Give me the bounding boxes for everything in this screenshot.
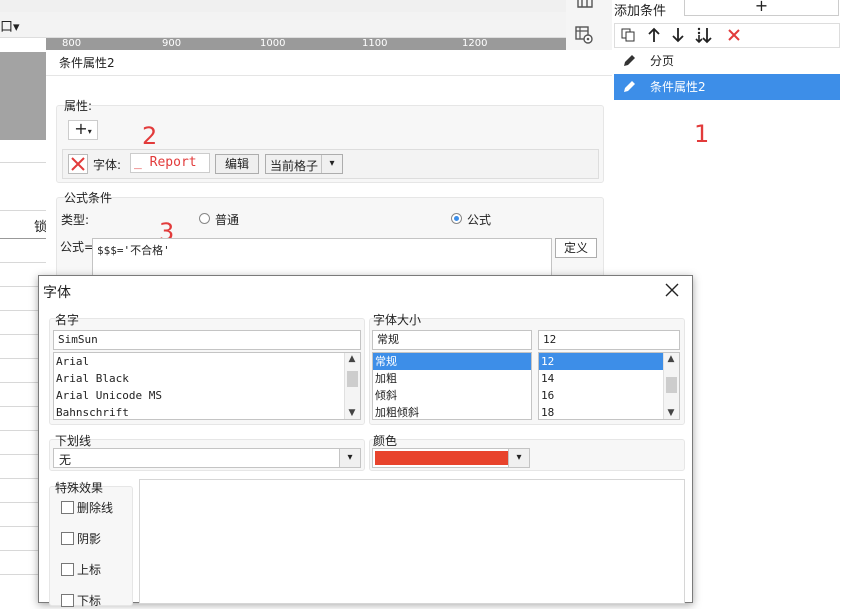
scope-select[interactable]: 当前格子 ▾ [265, 154, 343, 174]
copy-icon[interactable] [621, 28, 635, 42]
cell-settings-icon[interactable] [575, 26, 593, 44]
strikethrough-label: 删除线 [77, 501, 114, 515]
ruler-tick: 1200 [462, 38, 488, 49]
frame-style-dropdown[interactable]: 口▾ [0, 16, 20, 35]
remove-attribute-button[interactable] [68, 154, 88, 174]
condition-item-pagination[interactable]: 分页 [614, 48, 840, 74]
list-item[interactable]: 16 [539, 387, 679, 404]
radio-formula[interactable] [451, 213, 462, 224]
attribute-group-label: 属性: [64, 99, 93, 113]
pencil-icon [624, 55, 635, 66]
list-item[interactable]: 18 [539, 404, 679, 419]
size-group-label: 字体大小 [373, 313, 422, 327]
grid-icon[interactable] [576, 0, 594, 8]
superscript-label: 上标 [77, 563, 102, 577]
dialog-title: 条件属性2 [46, 50, 612, 76]
formula-input[interactable]: $$$='不合格' [92, 238, 552, 278]
condition-item-label: 条件属性2 [650, 80, 706, 94]
font-style-input[interactable]: 常规 [372, 330, 532, 350]
font-dialog-title: 字体 [43, 285, 71, 301]
list-item[interactable]: 12 [539, 353, 663, 370]
shadow-checkbox[interactable] [61, 532, 74, 545]
scrollbar[interactable]: ▲ ▼ [344, 353, 360, 419]
font-label: 字体: [93, 158, 122, 172]
ruler-tick: 800 [62, 38, 82, 49]
formula-text: $$$='不合格' [97, 244, 170, 257]
formula-label: 公式= [60, 240, 95, 254]
underline-select[interactable]: 无 ▾ [53, 448, 361, 468]
add-condition-button[interactable]: + [684, 0, 839, 16]
color-swatch [375, 451, 509, 465]
subscript-checkbox[interactable] [61, 594, 74, 607]
list-item[interactable]: Arial [54, 353, 360, 370]
plus-icon: + [754, 0, 769, 15]
editor-toolbar: 口▾ [0, 12, 566, 38]
list-item[interactable]: 常规 [373, 353, 531, 370]
condition-item-property2[interactable]: 条件属性2 [614, 74, 840, 100]
pencil-icon [624, 81, 635, 92]
shadow-label: 阴影 [77, 532, 102, 546]
add-condition-label: 添加条件 [614, 4, 667, 19]
name-label: 名字 [55, 313, 80, 327]
list-item[interactable]: 加粗 [373, 370, 531, 387]
type-label: 类型: [61, 213, 90, 227]
close-icon [71, 157, 85, 171]
font-dialog: 字体 名字 SimSun Arial Arial Black Arial Uni… [38, 275, 693, 608]
list-item[interactable]: 14 [539, 370, 679, 387]
add-attribute-button[interactable]: +▾ [68, 120, 98, 140]
move-up-icon[interactable] [647, 27, 661, 43]
font-preview-text: _ Report [134, 155, 197, 170]
ruler-tick: 1000 [260, 38, 286, 49]
scrollbar[interactable]: ▲ ▼ [663, 353, 679, 419]
superscript-checkbox[interactable] [61, 563, 74, 576]
condition-list-toolbar [614, 23, 840, 47]
annotation-number: 2 [142, 122, 158, 150]
color-label: 颜色 [373, 434, 398, 448]
delete-icon[interactable] [727, 28, 741, 42]
ruler-tick: 1100 [362, 38, 388, 49]
define-button[interactable]: 定义 [555, 238, 597, 258]
list-item[interactable]: Arial Unicode MS [54, 387, 360, 404]
editor-top-strip [0, 0, 566, 12]
list-item[interactable]: Bahnschrift [54, 404, 360, 419]
font-size-list[interactable]: 12 14 16 18 ▲ ▼ [538, 352, 680, 420]
chevron-down-icon: ▾ [339, 449, 360, 467]
list-item[interactable]: 加粗倾斜 [373, 404, 531, 419]
chevron-down-icon: ▾ [508, 449, 529, 467]
annotation-number: 1 [694, 120, 710, 148]
font-preview-area [139, 479, 685, 604]
move-down-icon[interactable] [671, 27, 685, 43]
subscript-label: 下标 [77, 594, 102, 608]
color-select[interactable]: ▾ [372, 448, 530, 468]
radio-normal[interactable] [199, 213, 210, 224]
font-style-list[interactable]: 常规 加粗 倾斜 加粗倾斜 [372, 352, 532, 420]
strikethrough-checkbox[interactable] [61, 501, 74, 514]
close-icon[interactable] [664, 282, 680, 298]
formula-group-label: 公式条件 [64, 191, 113, 205]
edit-button[interactable]: 编辑 [215, 154, 259, 174]
underline-value: 无 [59, 453, 72, 467]
effects-label: 特殊效果 [55, 481, 104, 495]
ruler-tick: 900 [162, 38, 182, 49]
condition-item-label: 分页 [650, 54, 675, 68]
plus-icon: + [74, 119, 88, 138]
move-bottom-icon[interactable] [695, 26, 713, 44]
font-name-input[interactable]: SimSun [53, 330, 361, 350]
font-attribute-row: 字体: _ Report 编辑 当前格子 ▾ [62, 149, 599, 179]
font-size-input[interactable]: 12 [538, 330, 680, 350]
chevron-down-icon: ▾ [321, 155, 342, 173]
underline-label: 下划线 [55, 434, 92, 448]
radio-formula-label: 公式 [467, 213, 492, 227]
font-preview: _ Report [130, 153, 210, 173]
scope-value: 当前格子 [270, 159, 319, 173]
font-name-list[interactable]: Arial Arial Black Arial Unicode MS Bahns… [53, 352, 361, 420]
sheet-gray-area [0, 52, 46, 140]
list-item[interactable]: Arial Black [54, 370, 360, 387]
list-item[interactable]: 倾斜 [373, 387, 531, 404]
radio-normal-label: 普通 [215, 213, 240, 227]
